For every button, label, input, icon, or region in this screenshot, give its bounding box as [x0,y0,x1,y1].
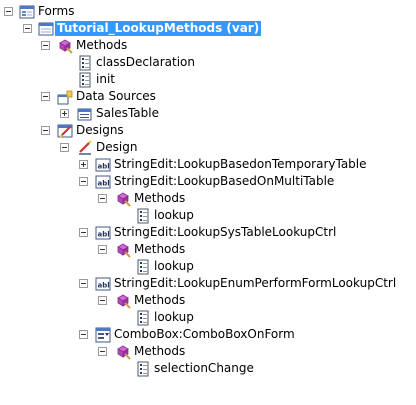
collapse-icon[interactable] [98,296,107,305]
tree-node-label: StringEdit:LookupBasedOnMultiTable [114,174,335,188]
methods-icon [117,192,131,207]
tree-node-forms[interactable]: Forms [0,3,416,20]
tree-node-label: selectionChange [154,361,254,375]
tree-node-form[interactable]: Tutorial_LookupMethods (var) [0,20,416,37]
tree-node-label: Design [96,140,138,154]
tree-node-control-2-lookup[interactable]: lookup [0,258,416,275]
collapse-icon[interactable] [79,177,88,186]
tree-node-label: StringEdit:LookupEnumPerformFormLookupCt… [114,276,397,290]
tree-node-salestable[interactable]: SalesTable [0,105,416,122]
tree-node-label: Forms [38,4,75,18]
tree-node-control-4[interactable]: ComboBox:ComboBoxOnForm [0,326,416,343]
collapse-icon[interactable] [41,126,50,135]
tree-node-label: lookup [154,259,194,273]
stringedit-icon [95,226,111,240]
selected-node-label: Tutorial_LookupMethods (var) [55,21,262,36]
tree-node-label: Designs [76,123,124,137]
tree-node-control-1[interactable]: StringEdit:LookupBasedOnMultiTable [0,173,416,190]
tree-node-label: ComboBox:ComboBoxOnForm [114,327,295,341]
form-tree: Forms Tutorial_LookupMethods (var) Metho… [0,0,416,405]
stringedit-icon [95,158,111,172]
forms-icon [19,5,35,19]
methods-icon [117,345,131,360]
collapse-icon[interactable] [98,194,107,203]
tree-node-classdeclaration[interactable]: classDeclaration [0,54,416,71]
collapse-icon[interactable] [79,279,88,288]
collapse-icon[interactable] [98,347,107,356]
collapse-icon[interactable] [41,41,50,50]
expand-icon[interactable] [79,160,88,169]
tree-node-label: lookup [154,208,194,222]
method-icon [79,72,91,88]
tree-node-label: SalesTable [96,106,159,120]
form-suffix: (var) [226,21,260,35]
method-icon [137,259,149,275]
tree-node-control-2-methods[interactable]: Methods [0,241,416,258]
combobox-icon [95,327,111,343]
table-icon [77,108,92,121]
tree-node-label: StringEdit:LookupBasedonTemporaryTable [114,157,367,171]
tree-node-label: Methods [76,38,128,52]
method-icon [137,310,149,326]
methods-icon [59,39,73,54]
tree-node-control-4-methods[interactable]: Methods [0,343,416,360]
tree-node-label: Methods [134,191,186,205]
collapse-icon[interactable] [60,143,69,152]
tree-node-label: Methods [134,293,186,307]
collapse-icon[interactable] [4,7,13,16]
tree-node-label: Data Sources [76,89,156,103]
tree-node-control-4-selectionchange[interactable]: selectionChange [0,360,416,377]
collapse-icon[interactable] [79,330,88,339]
tree-node-label: StringEdit:LookupSysTableLookupCtrl [114,225,337,239]
expand-icon[interactable] [60,109,69,118]
tree-node-label: classDeclaration [96,55,195,69]
tree-node-control-2[interactable]: StringEdit:LookupSysTableLookupCtrl [0,224,416,241]
tree-node-control-1-lookup[interactable]: lookup [0,207,416,224]
methods-icon [117,243,131,258]
tree-node-init[interactable]: init [0,71,416,88]
tree-node-label: Methods [134,242,186,256]
method-icon [137,361,149,377]
method-icon [137,208,149,224]
tree-node-control-3[interactable]: StringEdit:LookupEnumPerformFormLookupCt… [0,275,416,292]
tree-node-control-1-methods[interactable]: Methods [0,190,416,207]
tree-node-design[interactable]: Design [0,139,416,156]
tree-node-control-3-lookup[interactable]: lookup [0,309,416,326]
tree-node-label: lookup [154,310,194,324]
tree-node-label: init [96,72,115,86]
collapse-icon[interactable] [41,92,50,101]
tree-node-designs[interactable]: Designs [0,122,416,139]
collapse-icon[interactable] [23,24,32,33]
methods-icon [117,294,131,309]
datasources-icon [57,90,73,105]
tree-node-control-0[interactable]: StringEdit:LookupBasedonTemporaryTable [0,156,416,173]
collapse-icon[interactable] [79,228,88,237]
form-icon [38,22,54,36]
design-icon [79,140,92,155]
stringedit-icon [95,175,111,189]
stringedit-icon [95,277,111,291]
tree-node-label: Methods [134,344,186,358]
tree-node-methods[interactable]: Methods [0,37,416,54]
designs-icon [57,124,73,138]
method-icon [79,55,91,71]
tree-node-data-sources[interactable]: Data Sources [0,88,416,105]
tree-node-control-3-methods[interactable]: Methods [0,292,416,309]
collapse-icon[interactable] [98,245,107,254]
